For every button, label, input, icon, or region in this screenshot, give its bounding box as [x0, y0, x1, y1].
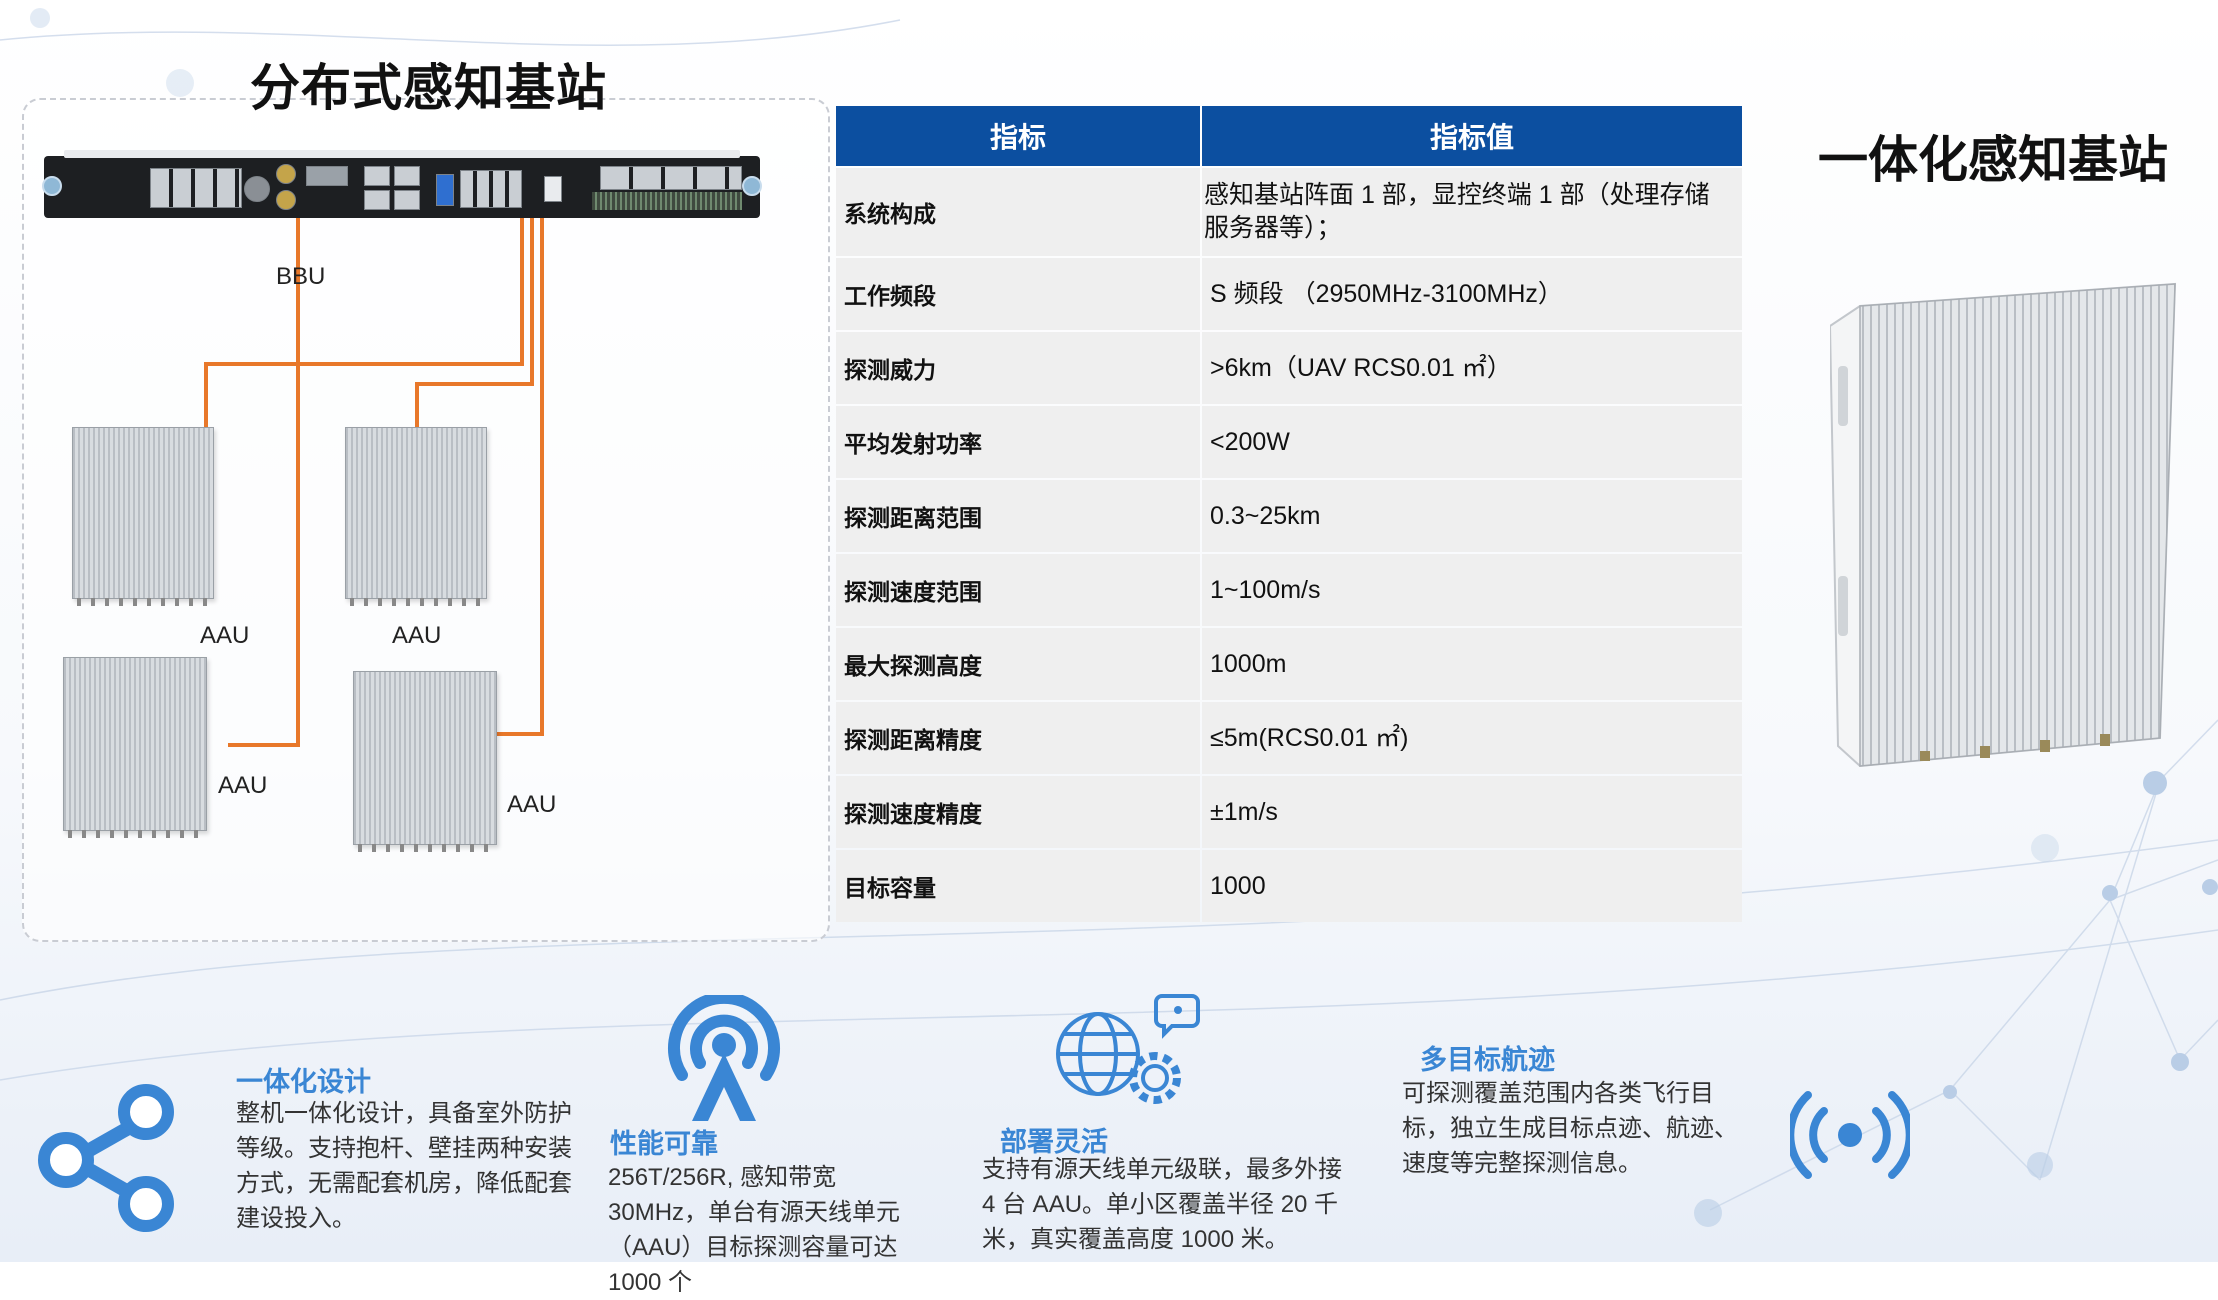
spec-key: 探测速度范围 — [836, 554, 1200, 626]
column-header: 指标 — [836, 106, 1200, 166]
integrated-station-title: 一体化感知基站 — [1818, 131, 2168, 189]
broadcast-icon — [1790, 1091, 1910, 1179]
spec-value: 0.3~25km — [1202, 480, 1742, 552]
integrated-station-device — [1830, 282, 2177, 768]
spec-value: S 频段 （2950MHz-3100MHz） — [1202, 258, 1742, 330]
bbu-label: BBU — [276, 263, 326, 290]
column-header: 指标值 — [1202, 106, 1742, 166]
table-row: 工作频段 S 频段 （2950MHz-3100MHz） — [836, 258, 1742, 330]
spec-value: <200W — [1202, 406, 1742, 478]
spec-value: ±1m/s — [1202, 776, 1742, 848]
feature-text: 支持有源天线单元级联，最多外接 4 台 AAU。单小区覆盖半径 20 千米，真实… — [982, 1156, 1342, 1253]
table-header-row: 指标 指标值 — [836, 106, 1742, 166]
spec-key: 最大探测高度 — [836, 628, 1200, 700]
mount-ear — [742, 176, 762, 196]
table-row: 系统构成 感知基站阵面 1 部，显控终端 1 部（处理存储服务器等）； — [836, 168, 1742, 256]
feature-title: 多目标航迹 — [1420, 1045, 1555, 1076]
feature-text: 整机一体化设计，具备室外防护等级。支持抱杆、壁挂两种安装方式，无需配套机房，降低… — [236, 1100, 572, 1232]
spec-key: 探测速度精度 — [836, 776, 1200, 848]
aau-unit — [345, 427, 487, 606]
spec-value: 感知基站阵面 1 部，显控终端 1 部（处理存储服务器等）； — [1202, 168, 1742, 256]
feature-text: 可探测覆盖范围内各类飞行目标，独立生成目标点迹、航迹、速度等完整探测信息。 — [1402, 1080, 1738, 1177]
table-row: 探测速度精度 ±1m/s — [836, 776, 1742, 848]
spec-value: 1~100m/s — [1202, 554, 1742, 626]
spec-value: >6km（UAV RCS0.01 ㎡） — [1202, 332, 1742, 404]
spec-key: 探测距离范围 — [836, 480, 1200, 552]
bbu-device — [42, 150, 762, 218]
aau-label: AAU — [392, 622, 442, 649]
table-row: 探测距离范围 0.3~25km — [836, 480, 1742, 552]
spec-key: 工作频段 — [836, 258, 1200, 330]
spec-table: 指标 指标值 系统构成 感知基站阵面 1 部，显控终端 1 部（处理存储服务器等… — [834, 104, 1744, 924]
table-row: 探测速度范围 1~100m/s — [836, 554, 1742, 626]
aau-unit — [353, 671, 497, 852]
table-row: 最大探测高度 1000m — [836, 628, 1742, 700]
table-row: 平均发射功率 <200W — [836, 406, 1742, 478]
feature-title: 一体化设计 — [236, 1067, 371, 1098]
spec-key: 目标容量 — [836, 850, 1200, 922]
aau-label: AAU — [218, 772, 268, 799]
table-row: 探测威力 >6km（UAV RCS0.01 ㎡） — [836, 332, 1742, 404]
spec-value: ≤5m(RCS0.01 ㎡) — [1202, 702, 1742, 774]
spec-value: 1000m — [1202, 628, 1742, 700]
share-icon — [38, 1084, 174, 1232]
feature-text: 256T/256R, 感知带宽 30MHz，单台有源天线单元（AAU）目标探测容… — [608, 1164, 901, 1296]
aau-unit — [63, 657, 207, 838]
aau-label: AAU — [200, 622, 250, 649]
aau-label: AAU — [507, 791, 557, 818]
antenna-tower-icon — [668, 995, 780, 1121]
spec-key: 探测威力 — [836, 332, 1200, 404]
spec-key: 平均发射功率 — [836, 406, 1200, 478]
spec-key: 系统构成 — [836, 168, 1200, 256]
distributed-station-title: 分布式感知基站 — [250, 59, 607, 117]
spec-value: 1000 — [1202, 850, 1742, 922]
spec-key: 探测距离精度 — [836, 702, 1200, 774]
table-row: 探测距离精度 ≤5m(RCS0.01 ㎡) — [836, 702, 1742, 774]
globe-gear-icon — [1056, 994, 1200, 1104]
feature-title: 性能可靠 — [610, 1129, 718, 1160]
mount-ear — [42, 176, 62, 196]
table-row: 目标容量 1000 — [836, 850, 1742, 922]
aau-unit — [72, 427, 214, 606]
